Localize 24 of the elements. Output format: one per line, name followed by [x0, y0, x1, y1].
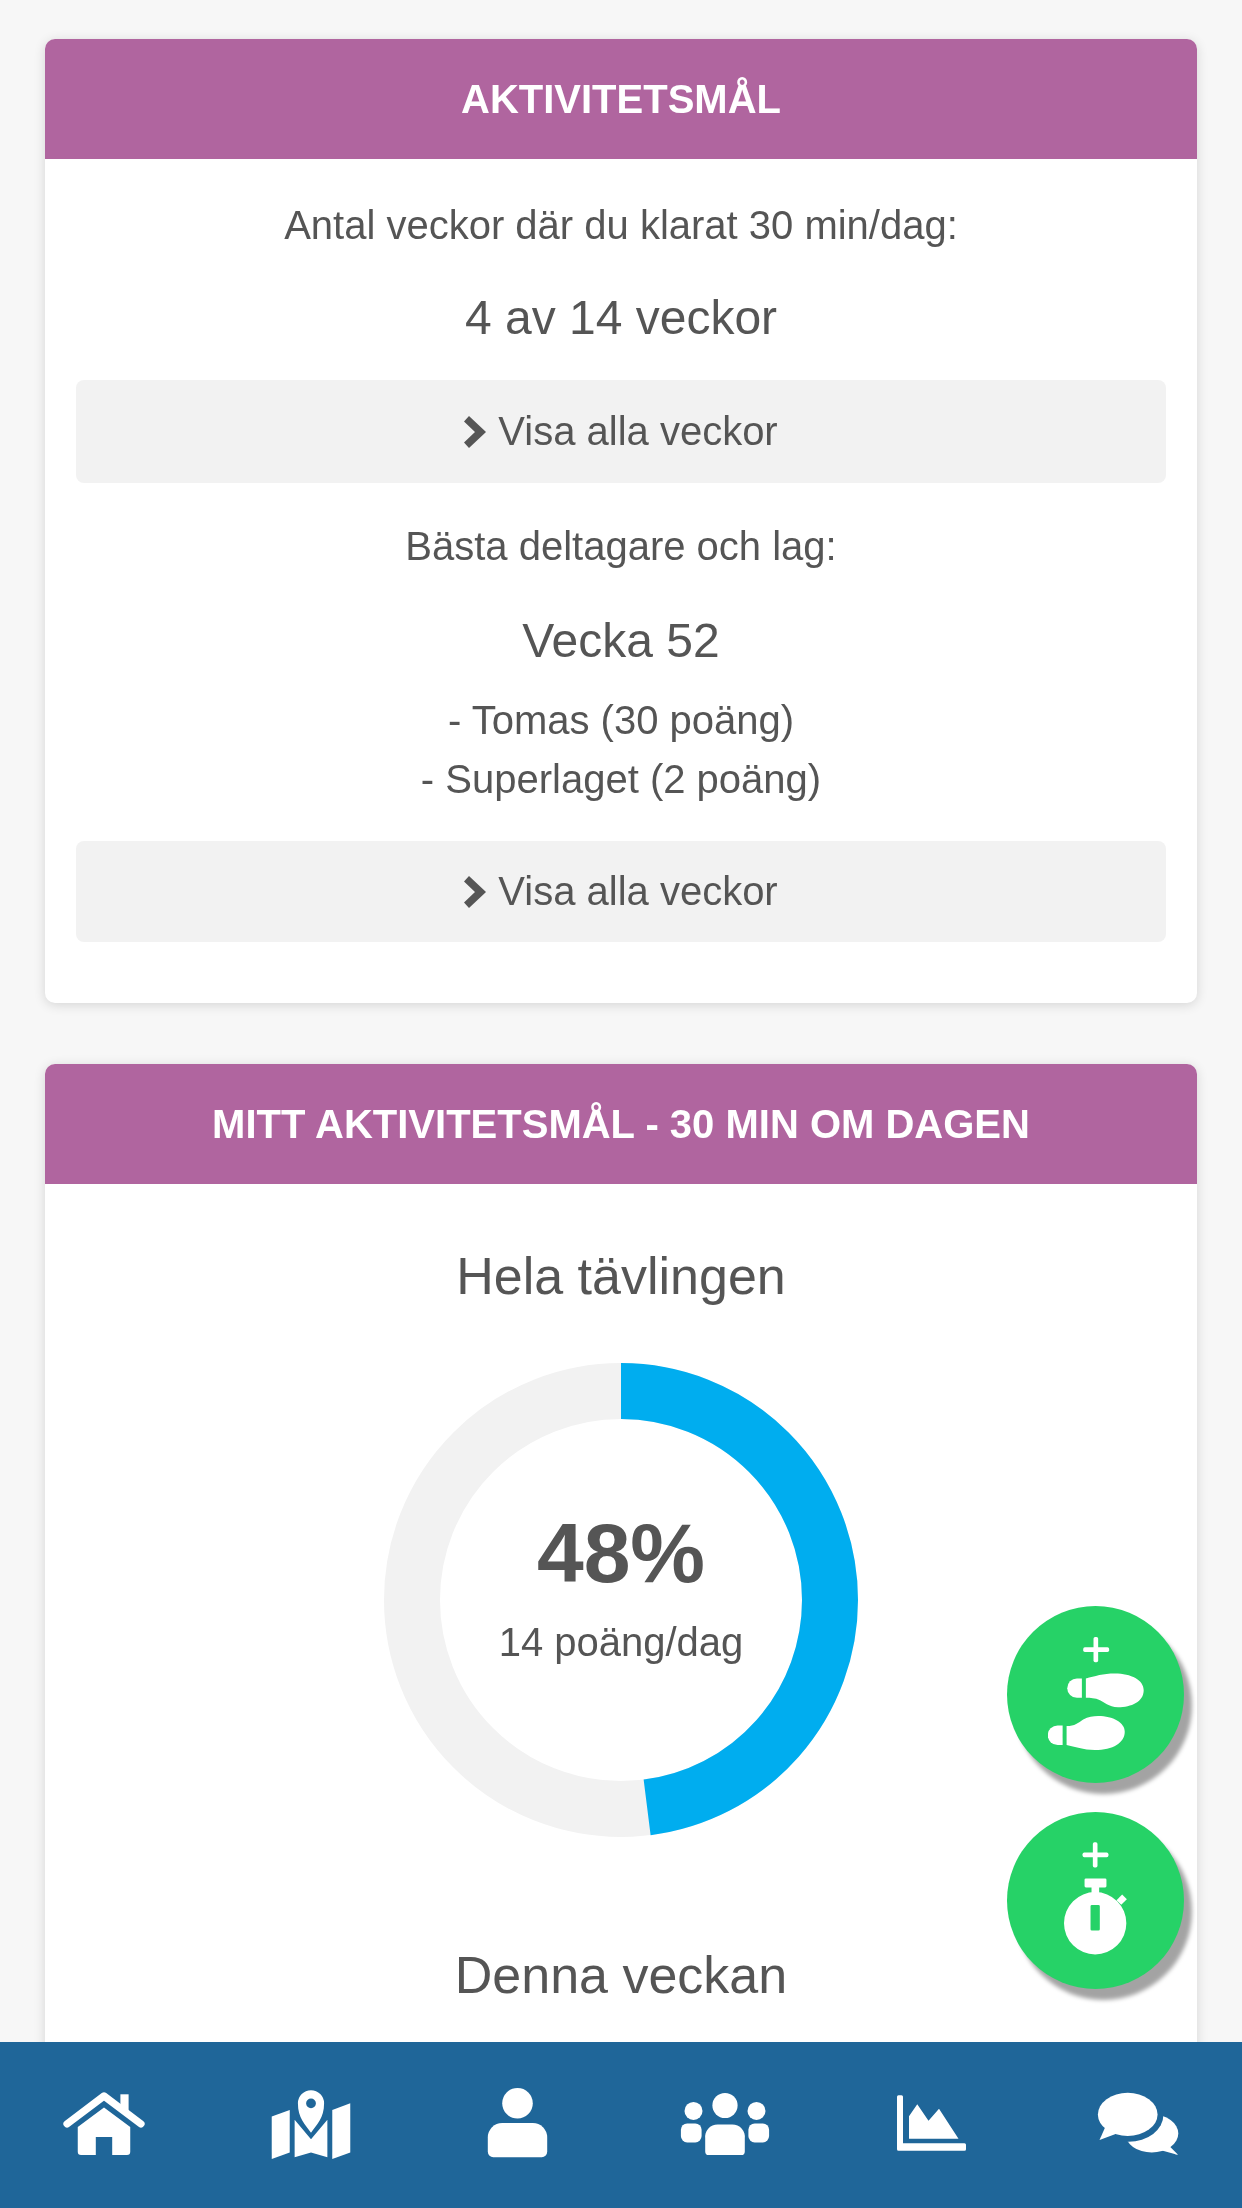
percent-value: 48% — [536, 1508, 706, 1598]
home-icon[interactable] — [62, 2091, 145, 2155]
progress-title: Hela tävlingen — [455, 1246, 787, 1307]
group-icon[interactable] — [679, 2091, 770, 2155]
weeks-count: 4 av 14 veckor — [463, 290, 779, 346]
chevron-icon — [464, 415, 487, 448]
leader-entry: - Superlaget (2 poäng) — [419, 756, 823, 803]
best-label: Bästa deltagare och lag: — [404, 523, 838, 570]
card-header: AKTIVITETSMÅL — [45, 39, 1197, 159]
show-weeks-button[interactable]: Visa alla veckor — [76, 380, 1166, 483]
chat-icon[interactable] — [1097, 2091, 1180, 2155]
week-title: Vecka 52 — [521, 613, 721, 669]
card-header: MITT AKTIVITETSMÅL - 30 MIN OM DAGEN — [45, 1064, 1197, 1184]
area-chart-icon[interactable] — [894, 2095, 969, 2151]
user-icon[interactable] — [486, 2087, 549, 2159]
points-rate: 14 poäng/dag — [498, 1619, 744, 1666]
stopwatch-icon — [1064, 1842, 1127, 1955]
weeks-label: Antal veckor där du klarat 30 min/dag: — [283, 202, 959, 249]
show-weeks-button[interactable]: Visa alla veckor — [76, 841, 1166, 942]
footprints-icon — [1047, 1637, 1144, 1750]
map-icon[interactable] — [269, 2087, 352, 2159]
chevron-icon — [464, 875, 487, 908]
progress-title: Denna veckan — [453, 1945, 789, 2006]
leader-entry: - Tomas (30 poäng) — [446, 697, 796, 744]
